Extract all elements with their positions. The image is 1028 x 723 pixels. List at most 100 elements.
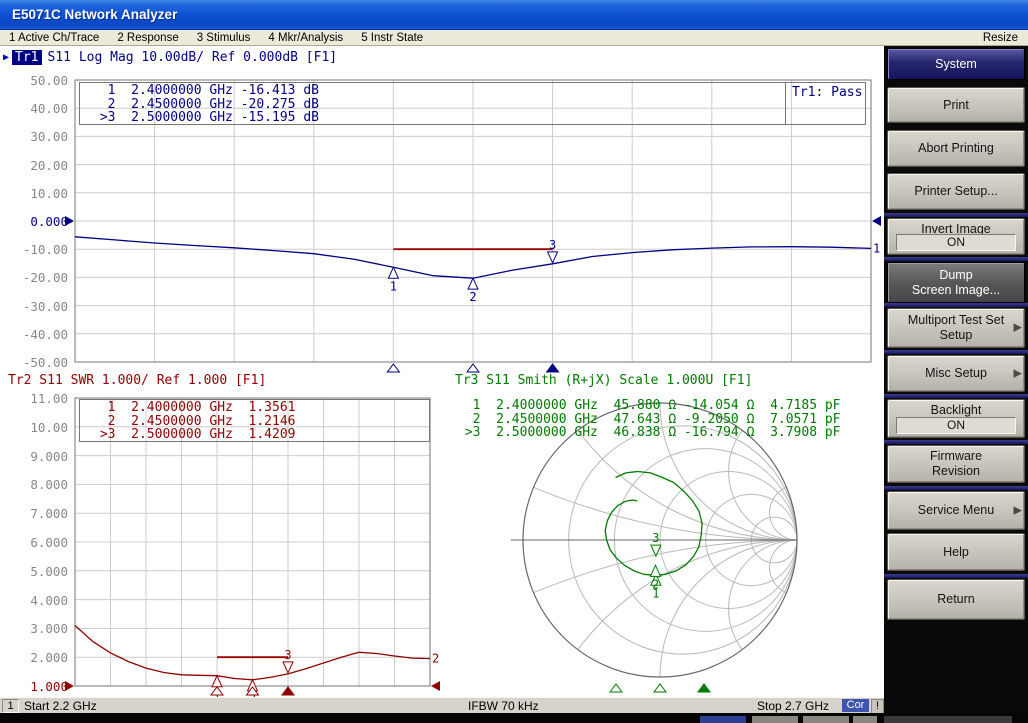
resize-control[interactable]: Resize (983, 32, 1028, 44)
svg-text:1: 1 (873, 241, 880, 255)
tr2-ytick: 7.000 (2, 506, 68, 521)
tr2-marker-row-2: 2 2.4500000 GHz 1.2146 (92, 415, 429, 429)
print-softkey[interactable]: Print (887, 87, 1025, 123)
misc-setup-label: Misc Setup (888, 366, 1024, 381)
softkey-separator (884, 394, 1028, 398)
backlight-state-indicator: ON (896, 417, 1016, 434)
help-label: Help (888, 545, 1024, 560)
window-title: E5071C Network Analyzer (0, 7, 177, 22)
svg-text:2: 2 (652, 577, 659, 591)
tr1-ytick: 50.00 (2, 73, 68, 88)
tr1-chip: Tr1 (12, 50, 41, 65)
invert-image-softkey[interactable]: Invert ImageON (887, 218, 1025, 255)
dump-screen-image-label: Dump (888, 268, 1024, 283)
plots-canvas: 12311232123 (0, 46, 884, 697)
tr2-plot: 1 2 3 2 (65, 398, 440, 697)
menu-instr-state[interactable]: 5 Instr State (352, 32, 432, 44)
tr1-ytick: 20.00 (2, 158, 68, 173)
multiport-test-set-setup-label: Setup (888, 328, 1024, 343)
printer-setup-softkey[interactable]: Printer Setup... (887, 173, 1025, 210)
tr1-marker-table: 1 2.4000000 GHz -16.413 dB 2 2.4500000 G… (79, 82, 866, 125)
ifbw-readout: IFBW 70 kHz (468, 699, 539, 713)
status-bar: 1 Start 2.2 GHz IFBW 70 kHz Stop 2.7 GHz… (0, 697, 884, 713)
taskbar-fragment (803, 716, 849, 723)
dump-screen-image-softkey[interactable]: DumpScreen Image... (887, 262, 1025, 303)
system-label: System (888, 57, 1024, 72)
title-bar[interactable]: E5071C Network Analyzer (0, 0, 1028, 30)
bottom-strip (0, 713, 1028, 723)
return-label: Return (888, 592, 1024, 607)
softkey-separator (884, 486, 1028, 490)
taskbar-fragment (700, 716, 746, 723)
invert-image-state-indicator: ON (896, 234, 1016, 251)
tr3-header-text: Tr3 S11 Smith (R+jX) Scale 1.000U [F1] (455, 373, 752, 388)
tr2-marker-2[interactable]: 2 (247, 680, 259, 697)
tr2-ytick: 2.000 (2, 650, 68, 665)
taskbar-fragment (752, 716, 798, 723)
service-menu-softkey[interactable]: Service Menu▶ (887, 491, 1025, 530)
misc-setup-softkey[interactable]: Misc Setup▶ (887, 355, 1025, 392)
tr1-ytick: 40.00 (2, 101, 68, 116)
tr2-ytick: 8.000 (2, 477, 68, 492)
tr2-ytick: 6.000 (2, 535, 68, 550)
firmware-revision-softkey[interactable]: FirmwareRevision (887, 445, 1025, 483)
channel-indicator: 1 (2, 699, 19, 713)
multiport-test-set-setup-label: Multiport Test Set (888, 313, 1024, 328)
tr1-header-text: S11 Log Mag 10.00dB/ Ref 0.000dB [F1] (48, 50, 338, 65)
tr2-header[interactable]: Tr2 S11 SWR 1.000/ Ref 1.000 [F1] (8, 373, 266, 388)
tr1-ytick: -30.00 (2, 299, 68, 314)
tr2-ytick: 4.000 (2, 593, 68, 608)
tr2-marker-3[interactable]: 3 (282, 648, 294, 695)
tr2-header-text: Tr2 S11 SWR 1.000/ Ref 1.000 [F1] (8, 373, 266, 388)
softkey-separator (884, 213, 1028, 217)
tr1-ytick: -10.00 (2, 242, 68, 257)
softkey-separator (884, 574, 1028, 578)
tr2-ytick: 1.000 (2, 679, 68, 694)
svg-text:3: 3 (652, 531, 659, 545)
tr2-marker-table: 1 2.4000000 GHz 1.3561 2 2.4500000 GHz 1… (79, 399, 430, 442)
service-menu-label: Service Menu (888, 503, 1024, 518)
tr1-ytick: -20.00 (2, 270, 68, 285)
print-label: Print (888, 98, 1024, 113)
svg-text:1: 1 (390, 279, 397, 293)
softkey-menu: System Print Abort Printing Printer Setup..… (884, 46, 1028, 713)
tr3-marker-row-2: 2 2.4500000 GHz 47.643 Ω -9.2050 Ω 7.057… (457, 413, 841, 427)
svg-text:3: 3 (284, 648, 291, 662)
clock-fragment (884, 716, 1012, 723)
start-frequency-readout: Start 2.2 GHz (24, 699, 97, 713)
tr3-marker-row-1: 1 2.4000000 GHz 45.880 Ω -14.054 Ω 4.718… (457, 399, 841, 413)
submenu-arrow-icon: ▶ (1014, 321, 1022, 336)
abort-printing-softkey[interactable]: Abort Printing (887, 130, 1025, 167)
backlight-softkey[interactable]: BacklightON (887, 399, 1025, 438)
taskbar-fragment (853, 716, 877, 723)
tr2-marker-row-3: >3 2.5000000 GHz 1.4209 (92, 428, 429, 442)
svg-text:2: 2 (432, 652, 439, 666)
menu-active-ch-trace[interactable]: 1 Active Ch/Trace (0, 32, 108, 44)
tr1-limit-result: Tr1: Pass (792, 85, 862, 100)
multiport-test-set-setup-softkey[interactable]: Multiport Test SetSetup▶ (887, 308, 1025, 348)
tr1-ytick: 0.000 (2, 214, 68, 229)
tr3-trace (605, 472, 702, 576)
help-softkey[interactable]: Help (887, 533, 1025, 571)
svg-text:2: 2 (469, 290, 476, 304)
tr1-ytick: 10.00 (2, 186, 68, 201)
tr1-header[interactable]: ▶ Tr1 S11 Log Mag 10.00dB/ Ref 0.000dB [… (3, 50, 337, 65)
softkey-separator (884, 440, 1028, 444)
menu-response[interactable]: 2 Response (108, 32, 187, 44)
correction-badge: Cor (842, 699, 869, 712)
system-softkey[interactable]: System (887, 48, 1025, 80)
tr2-marker-row-1: 1 2.4000000 GHz 1.3561 (92, 401, 429, 415)
tr1-marker-row-2: 2 2.4500000 GHz -20.275 dB (92, 98, 865, 112)
tr3-marker-row-3: >3 2.5000000 GHz 46.838 Ω -16.794 Ω 3.79… (457, 426, 841, 440)
menu-mkr-analysis[interactable]: 4 Mkr/Analysis (259, 32, 352, 44)
tr2-marker-1[interactable]: 1 (211, 676, 223, 697)
tr3-marker-3[interactable]: 3 (651, 531, 710, 692)
menu-stimulus[interactable]: 3 Stimulus (188, 32, 260, 44)
return-softkey[interactable]: Return (887, 579, 1025, 620)
tr3-header[interactable]: Tr3 S11 Smith (R+jX) Scale 1.000U [F1] (455, 373, 752, 388)
tr1-marker-row-3: >3 2.5000000 GHz -15.195 dB (92, 111, 865, 125)
tr1-ytick: -40.00 (2, 327, 68, 342)
tr1-ytick: 30.00 (2, 129, 68, 144)
tr2-ytick: 5.000 (2, 564, 68, 579)
tr3-marker-2[interactable]: 2 (650, 565, 666, 692)
